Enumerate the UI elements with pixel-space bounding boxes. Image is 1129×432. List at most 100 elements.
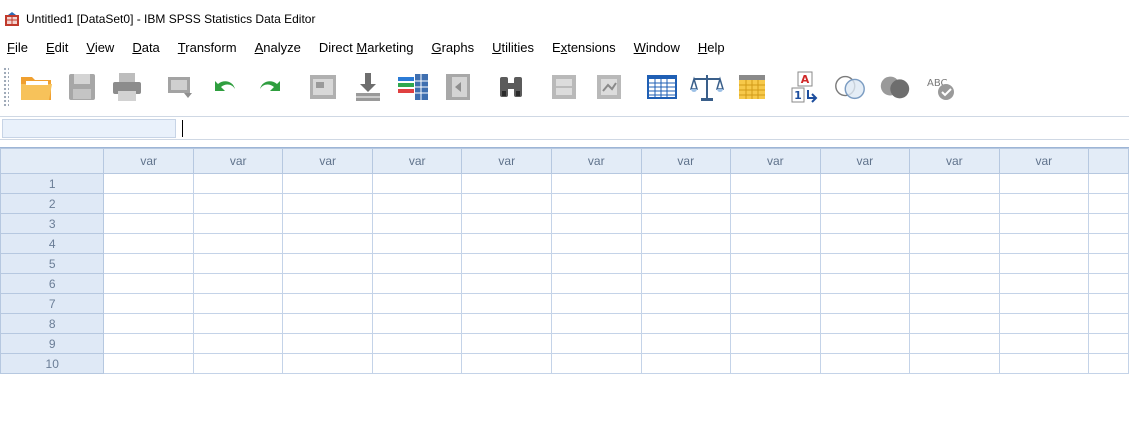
row-header[interactable]: 9: [0, 333, 105, 354]
data-cell[interactable]: [103, 253, 194, 274]
column-header[interactable]: var: [909, 148, 1000, 174]
data-cell[interactable]: [192, 313, 284, 334]
data-cell[interactable]: [640, 293, 732, 314]
menu-direct-marketing[interactable]: Direct Marketing: [310, 37, 423, 58]
data-cell[interactable]: [909, 213, 1000, 234]
row-header[interactable]: 3: [0, 213, 105, 234]
data-cell[interactable]: [1088, 273, 1129, 294]
go-to-case-button[interactable]: [305, 67, 341, 107]
data-cell[interactable]: [461, 173, 552, 194]
data-cell[interactable]: [730, 293, 821, 314]
data-cell[interactable]: [282, 213, 373, 234]
column-header[interactable]: var: [819, 148, 911, 174]
use-variable-sets-button[interactable]: [832, 67, 868, 107]
data-cell[interactable]: [640, 333, 732, 354]
data-cell[interactable]: [998, 273, 1090, 294]
menu-edit[interactable]: Edit: [37, 37, 77, 58]
data-cell[interactable]: [550, 233, 642, 254]
data-cell[interactable]: [909, 353, 1000, 374]
data-cell[interactable]: [192, 293, 284, 314]
data-cell[interactable]: [550, 333, 642, 354]
data-cell[interactable]: [192, 233, 284, 254]
data-cell[interactable]: [103, 213, 194, 234]
data-cell[interactable]: [730, 273, 821, 294]
data-cell[interactable]: [730, 253, 821, 274]
data-cell[interactable]: [461, 333, 552, 354]
data-cell[interactable]: [819, 313, 911, 334]
data-cell[interactable]: [461, 213, 552, 234]
data-cell[interactable]: [1088, 293, 1129, 314]
column-header[interactable]: var: [192, 148, 284, 174]
data-cell[interactable]: [730, 333, 821, 354]
data-cell[interactable]: [371, 173, 463, 194]
data-cell[interactable]: [550, 313, 642, 334]
show-all-variables-button[interactable]: [877, 67, 913, 107]
row-header[interactable]: 10: [0, 353, 105, 374]
data-cell[interactable]: [640, 213, 732, 234]
data-cell[interactable]: [1088, 193, 1129, 214]
data-cell[interactable]: [461, 273, 552, 294]
data-cell[interactable]: [461, 233, 552, 254]
menu-view[interactable]: View: [77, 37, 123, 58]
data-cell[interactable]: [282, 293, 373, 314]
data-cell[interactable]: [192, 173, 284, 194]
menu-window[interactable]: Window: [625, 37, 689, 58]
data-cell[interactable]: [192, 333, 284, 354]
data-cell[interactable]: [819, 273, 911, 294]
data-cell[interactable]: [282, 173, 373, 194]
data-cell[interactable]: [819, 213, 911, 234]
go-to-variable-button[interactable]: [350, 67, 386, 107]
redo-button[interactable]: [252, 67, 288, 107]
weight-cases-button[interactable]: [689, 67, 725, 107]
data-cell[interactable]: [819, 333, 911, 354]
data-cell[interactable]: [1088, 333, 1129, 354]
row-header[interactable]: 1: [0, 173, 105, 194]
data-cell[interactable]: [909, 313, 1000, 334]
data-cell[interactable]: [103, 353, 194, 374]
row-header[interactable]: 6: [0, 273, 105, 294]
data-cell[interactable]: [819, 233, 911, 254]
data-cell[interactable]: [640, 233, 732, 254]
data-cell[interactable]: [103, 193, 194, 214]
data-cell[interactable]: [909, 233, 1000, 254]
data-cell[interactable]: [461, 353, 552, 374]
data-cell[interactable]: [371, 333, 463, 354]
data-cell[interactable]: [909, 253, 1000, 274]
data-cell[interactable]: [282, 353, 373, 374]
data-cell[interactable]: [550, 253, 642, 274]
column-header[interactable]: var: [282, 148, 373, 174]
data-cell[interactable]: [909, 273, 1000, 294]
menu-transform[interactable]: Transform: [169, 37, 246, 58]
data-cell[interactable]: [819, 293, 911, 314]
row-header[interactable]: 4: [0, 233, 105, 254]
data-cell[interactable]: [550, 213, 642, 234]
data-cell[interactable]: [461, 293, 552, 314]
data-cell[interactable]: [998, 313, 1090, 334]
data-cell[interactable]: [640, 173, 732, 194]
column-header[interactable]: [1088, 148, 1129, 174]
column-header[interactable]: var: [640, 148, 732, 174]
data-cell[interactable]: [103, 273, 194, 294]
data-cell[interactable]: [1088, 353, 1129, 374]
data-cell[interactable]: [371, 253, 463, 274]
data-cell[interactable]: [640, 193, 732, 214]
data-cell[interactable]: [1088, 213, 1129, 234]
data-cell[interactable]: [909, 173, 1000, 194]
data-cell[interactable]: [730, 353, 821, 374]
data-cell[interactable]: [371, 313, 463, 334]
data-cell[interactable]: [550, 353, 642, 374]
data-cell[interactable]: [103, 293, 194, 314]
find-button[interactable]: [493, 67, 529, 107]
data-cell[interactable]: [998, 233, 1090, 254]
data-cell[interactable]: [998, 213, 1090, 234]
row-header[interactable]: 2: [0, 193, 105, 214]
data-cell[interactable]: [192, 273, 284, 294]
data-cell[interactable]: [819, 193, 911, 214]
menu-file[interactable]: File: [0, 37, 37, 58]
data-cell[interactable]: [1088, 313, 1129, 334]
row-header[interactable]: 8: [0, 313, 105, 334]
data-cell[interactable]: [103, 313, 194, 334]
data-cell[interactable]: [730, 193, 821, 214]
data-cell[interactable]: [461, 193, 552, 214]
column-header[interactable]: var: [371, 148, 463, 174]
